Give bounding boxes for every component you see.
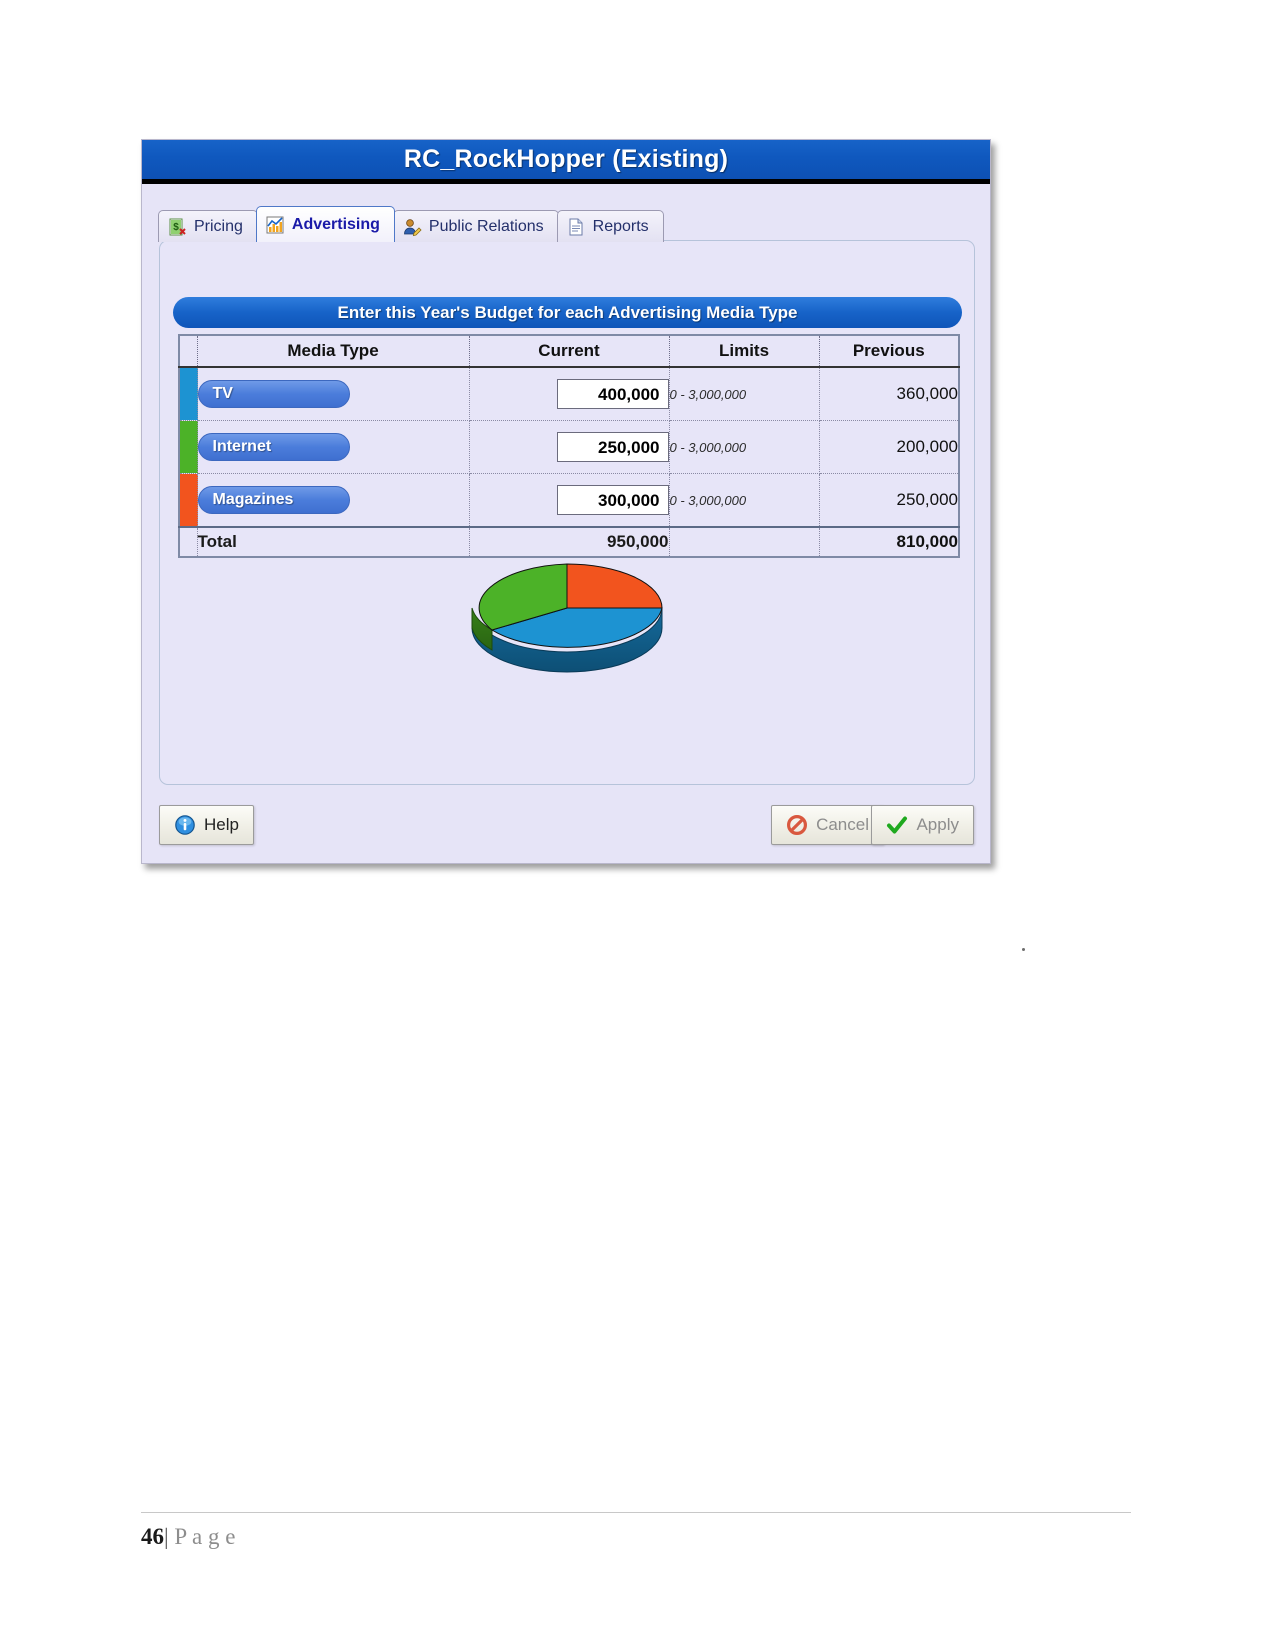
swatch-internet [180,421,198,473]
tab-strip: $ Pricing Advertising Public Relations R… [158,206,664,242]
table-row: TV 400,000 0 - 3,000,000 360,000 [179,367,959,421]
page-word: P a g e [174,1524,236,1549]
column-header-swatch [179,335,198,368]
tab-pricing[interactable]: $ Pricing [158,210,258,242]
window-title: RC_RockHopper (Existing) [403,145,729,173]
column-header-previous: Previous [819,335,959,368]
row-color-swatch-tv [179,367,198,421]
pie-slice-magazines [566,563,663,609]
media-pill-magazines[interactable]: Magazines [197,486,350,514]
current-cell-internet: 250,000 [469,420,670,474]
swatch-tv [180,368,198,420]
application-window: RC_RockHopper (Existing) $ Pricing Adver… [141,139,991,864]
tab-public-relations-label: Public Relations [428,217,544,235]
apply-button[interactable]: Apply [871,805,974,845]
table-header-row: Media Type Current Limits Previous [179,335,959,368]
no-entry-icon [786,814,808,836]
chart-icon [265,215,285,235]
swatch-magazines [180,474,198,526]
current-input-magazines[interactable]: 300,000 [556,485,669,515]
advertising-content-panel: Enter this Year's Budget for each Advert… [159,240,975,785]
previous-cell-internet: 200,000 [819,420,959,474]
window-title-bar: RC_RockHopper (Existing) [142,140,990,184]
advertising-budget-table: Media Type Current Limits Previous TV 40… [178,334,960,558]
media-cell-magazines: Magazines [197,473,470,528]
table-row: Internet 250,000 0 - 3,000,000 200,000 [179,420,959,474]
tab-reports[interactable]: Reports [556,210,664,242]
media-cell-internet: Internet [197,420,470,474]
report-document-icon [566,217,586,237]
help-button[interactable]: Help [159,805,254,845]
column-header-limits: Limits [669,335,820,368]
limits-cell-magazines: 0 - 3,000,000 [669,473,820,528]
pricing-document-icon: $ [167,217,187,237]
column-header-media-type: Media Type [197,335,470,368]
limits-cell-internet: 0 - 3,000,000 [669,420,820,474]
row-color-swatch-magazines [179,473,198,528]
previous-cell-magazines: 250,000 [819,473,959,528]
page-number: 46 [141,1524,164,1549]
green-check-icon [886,814,908,836]
previous-cell-tv: 360,000 [819,367,959,421]
tab-advertising-label: Advertising [291,215,380,233]
page-separator: | [164,1524,169,1549]
stray-artifact-dot [1022,948,1025,951]
tab-reports-label: Reports [592,217,649,235]
svg-text:$: $ [173,222,179,233]
footer-divider [141,1512,1131,1513]
help-button-label: Help [204,815,239,834]
window-footer: Help Cancel Apply [142,791,990,863]
document-page: RC_RockHopper (Existing) $ Pricing Adver… [0,0,1275,1650]
tab-advertising[interactable]: Advertising [255,206,395,242]
tab-public-relations[interactable]: Public Relations [392,210,559,242]
current-cell-magazines: 300,000 [469,473,670,528]
media-cell-tv: TV [197,367,470,421]
page-number-line: 46| P a g e [141,1524,1131,1550]
info-icon [174,814,196,836]
person-edit-icon [402,217,422,237]
limits-cell-tv: 0 - 3,000,000 [669,367,820,421]
advertising-pie-chart [160,546,974,681]
table-row: Magazines 300,000 0 - 3,000,000 250,000 [179,473,959,528]
apply-button-label: Apply [916,815,959,834]
current-input-internet[interactable]: 250,000 [556,432,669,462]
current-cell-tv: 400,000 [469,367,670,421]
cancel-button-label: Cancel [816,815,869,834]
document-footer: 46| P a g e [141,1512,1131,1550]
column-header-current: Current [469,335,670,368]
budget-banner: Enter this Year's Budget for each Advert… [173,297,962,328]
cancel-button[interactable]: Cancel [771,805,884,845]
tab-pricing-label: Pricing [194,217,243,235]
pie-chart-svg [471,563,663,673]
row-color-swatch-internet [179,420,198,474]
media-pill-tv[interactable]: TV [197,380,350,408]
media-pill-internet[interactable]: Internet [197,433,350,461]
current-input-tv[interactable]: 400,000 [556,379,669,409]
